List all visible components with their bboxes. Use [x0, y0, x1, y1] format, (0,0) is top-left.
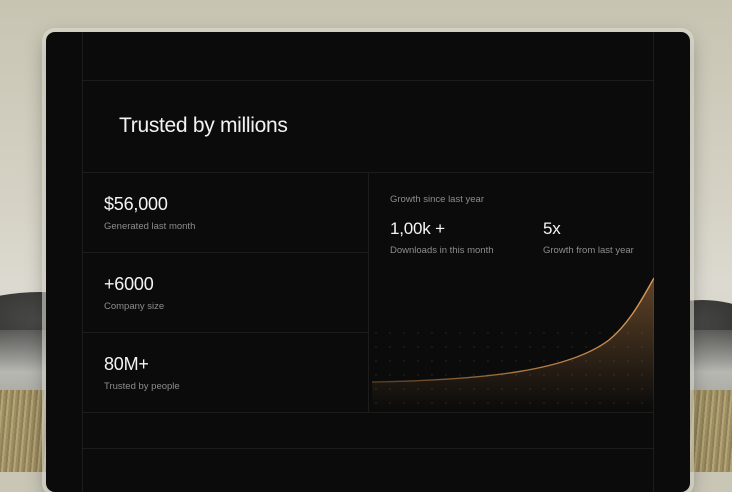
growth-title: Growth since last year [390, 194, 484, 205]
stat-generated: $56,000 Generated last month [104, 194, 195, 232]
grid-line [82, 252, 368, 253]
stat-value: 80M+ [104, 354, 149, 374]
grid-line [82, 32, 83, 492]
section-title: Trusted by millions [119, 114, 288, 137]
stat-label: Generated last month [104, 221, 196, 232]
grid-line [82, 172, 654, 173]
grid-line [82, 412, 654, 413]
grid-line [653, 32, 654, 492]
stat-company-size: +6000 Company size [104, 274, 164, 312]
metric-label: Downloads in this month [390, 245, 494, 256]
metric-label: Growth from last year [543, 245, 634, 256]
stat-value: $56,000 [104, 194, 168, 214]
metric-value: 5x [543, 219, 561, 238]
stat-label: Trusted by people [104, 381, 180, 392]
grid-line [82, 80, 654, 81]
growth-curve-chart [369, 277, 654, 410]
grid-line [82, 332, 368, 333]
grid-line [82, 448, 654, 449]
stats-card: Trusted by millions $56,000 Generated la… [46, 32, 690, 492]
stat-label: Company size [104, 301, 165, 312]
metric-growth: 5x Growth from last year [543, 219, 634, 256]
stat-trusted: 80M+ Trusted by people [104, 354, 180, 392]
stat-value: +6000 [104, 274, 154, 294]
metric-value: 1,00k + [390, 219, 445, 238]
metric-downloads: 1,00k + Downloads in this month [390, 219, 494, 256]
